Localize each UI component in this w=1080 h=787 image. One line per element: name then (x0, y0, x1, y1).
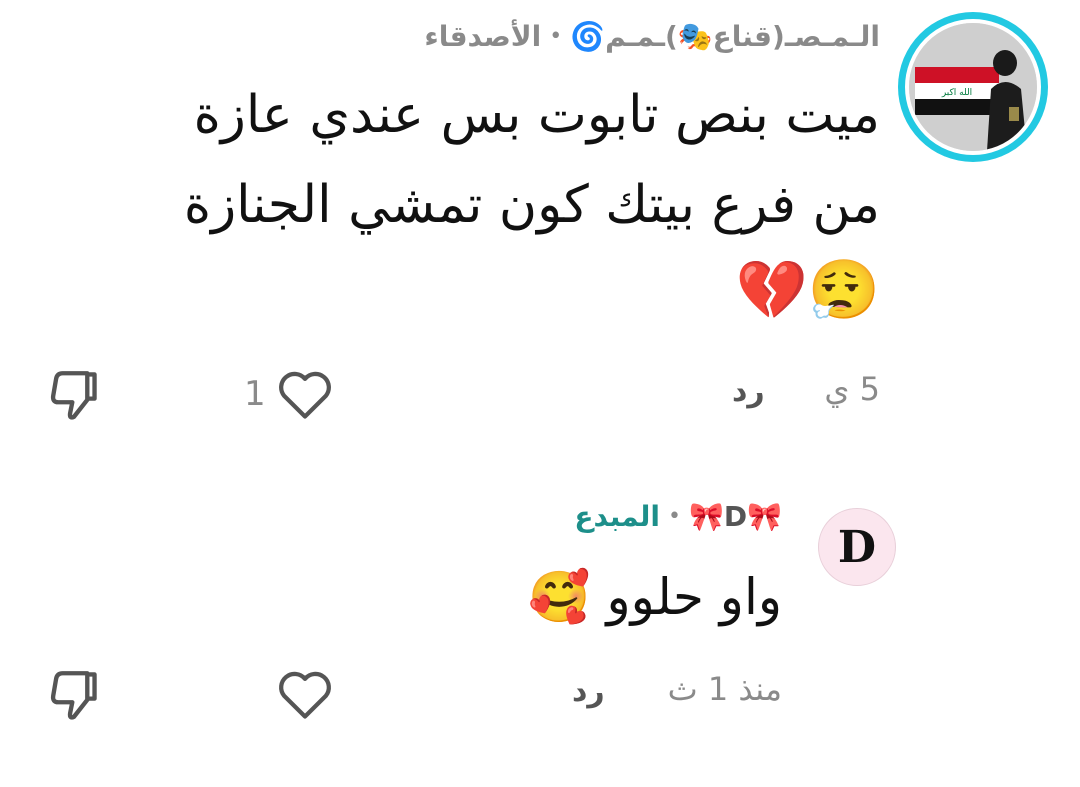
author-avatar[interactable]: D (818, 508, 896, 586)
author-name[interactable]: الـمـصـ(قناع🎭)ـمـم🌀 (570, 20, 880, 53)
author-name[interactable]: 🎀D🎀 (689, 500, 782, 533)
comment-emoji-line: 😮‍💨💔 (735, 256, 880, 324)
thumbs-down-icon[interactable] (44, 666, 104, 724)
svg-text:الله اكبر: الله اكبر (941, 88, 972, 98)
comment-line: من فرع بيتك كون تمشي الجنازة (183, 175, 880, 235)
comment-actions: 5 ي رد 1 (0, 360, 1080, 420)
reply-button[interactable]: رد (572, 674, 605, 709)
thumbs-down-icon[interactable] (44, 366, 104, 424)
heart-icon[interactable] (276, 368, 334, 420)
comment-line: واو حلوو 🥰 (528, 568, 782, 626)
comment-line: ميت بنص تابوت بس عندي عازة (193, 85, 880, 145)
avatar-letter: D (837, 521, 877, 573)
avatar-image: الله اكبر (905, 19, 1041, 155)
avatar-flag-image: الله اكبر (909, 23, 1037, 151)
creator-badge: المبدع (574, 499, 661, 533)
like-count: 1 (244, 374, 266, 414)
comment-time: منذ 1 ث (667, 670, 782, 708)
comment-time: 5 ي (824, 370, 880, 408)
comment-body: واو حلوو 🥰 (282, 562, 782, 632)
comment-header: 🎀D🎀 • المبدع (574, 494, 782, 538)
comment-header: الـمـصـ(قناع🎭)ـمـم🌀 • الأصدقاء (424, 14, 880, 58)
comment-actions: منذ 1 ث رد (0, 660, 1080, 720)
heart-icon[interactable] (276, 668, 334, 720)
comment-2: D 🎀D🎀 • المبدع واو حلوو 🥰 منذ 1 ث رد (0, 470, 1080, 787)
author-avatar[interactable]: الله اكبر (898, 12, 1048, 162)
reply-button[interactable]: رد (732, 374, 765, 409)
separator-dot: • (549, 23, 563, 49)
friends-badge: الأصدقاء (424, 19, 542, 53)
comment-1: الله اكبر الـمـصـ(قناع🎭)ـمـم🌀 • الأصدقاء… (0, 0, 1080, 440)
comment-body: ميت بنص تابوت بس عندي عازة من فرع بيتك ك… (100, 70, 880, 330)
separator-dot: • (668, 503, 681, 529)
